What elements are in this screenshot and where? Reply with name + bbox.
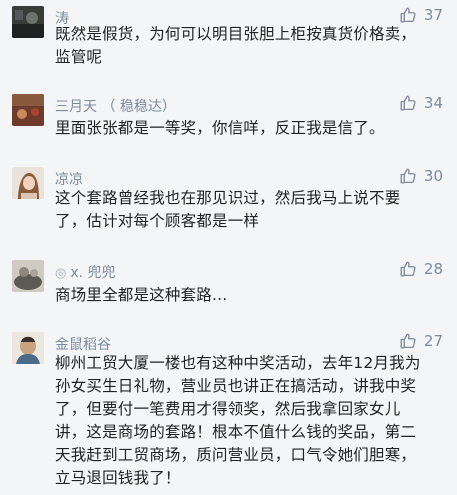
comment-text: 既然是假货，为何可以明目张胆上柜按真货价格卖， 监管呢 xyxy=(55,23,443,69)
comment-text: 柳州工贸大厦一楼也有这种中奖活动，去年12月我为 孙女买生日礼物，营业员也讲正在… xyxy=(55,352,443,490)
like-button[interactable]: 27 xyxy=(399,332,443,350)
comment-line: 这个套路曾经我也在那见识过，然后我马上说不要 xyxy=(55,189,401,207)
like-count: 30 xyxy=(423,167,443,185)
avatar[interactable] xyxy=(12,6,44,38)
like-count: 34 xyxy=(423,94,443,112)
avatar[interactable] xyxy=(12,332,44,364)
comment-text: 这个套路曾经我也在那见识过，然后我马上说不要 了，估计对每个顾客都是一样 xyxy=(55,187,443,233)
thumbs-up-icon xyxy=(400,168,416,184)
avatar[interactable] xyxy=(12,167,44,199)
avatar[interactable] xyxy=(12,94,44,126)
comment-line: 既然是假货，为何可以明目张胆上柜按真货价格卖， xyxy=(55,25,417,43)
comment-author[interactable]: ◎ x. 兜兜 xyxy=(55,262,116,282)
comment-line: 孙女买生日礼物，营业员也讲正在搞活动，讲我中奖 xyxy=(55,377,417,395)
avatar[interactable] xyxy=(12,260,44,292)
comment-author[interactable]: 凉凉 xyxy=(55,169,83,189)
like-button[interactable]: 37 xyxy=(399,6,443,24)
like-count: 27 xyxy=(423,332,443,350)
thumbs-up-icon xyxy=(400,261,416,277)
comment-line: 讲，这是商场的套路！根本不值什么钱的奖品，第二 xyxy=(55,423,417,441)
comment-line: 里面张张都是一等奖，你信咩，反正我是信了。 xyxy=(55,119,385,137)
location-pin-icon: ◎ xyxy=(55,266,67,281)
comment-line: 了，估计对每个顾客都是一样 xyxy=(55,212,260,230)
comment-line: 天我赶到工贸商场，质问营业员，口气令她们胆寒， xyxy=(55,446,417,464)
comment-author[interactable]: 三月天 （ 稳稳达） xyxy=(55,96,176,116)
comment-text: 商场里全都是这种套路... xyxy=(55,284,443,307)
like-button[interactable]: 30 xyxy=(399,167,443,185)
comment-line: 柳州工贸大厦一楼也有这种中奖活动，去年12月我为 xyxy=(55,354,421,372)
thumbs-up-icon xyxy=(400,333,416,349)
comment-text: 里面张张都是一等奖，你信咩，反正我是信了。 xyxy=(55,117,443,140)
comment-author[interactable]: 金鼠稻谷 xyxy=(55,334,111,354)
thumbs-up-icon xyxy=(400,95,416,111)
thumbs-up-icon xyxy=(400,7,416,23)
comment-line: 了，但要付一笔费用才得领奖，然后我拿回家女儿 xyxy=(55,400,401,418)
like-count: 28 xyxy=(423,260,443,278)
comment-author-label: x. 兜兜 xyxy=(70,265,116,281)
comment-line: 监管呢 xyxy=(55,48,103,66)
like-count: 37 xyxy=(423,6,443,24)
comment-line: 立马退回钱我了！ xyxy=(55,469,181,487)
like-button[interactable]: 28 xyxy=(399,260,443,278)
like-button[interactable]: 34 xyxy=(399,94,443,112)
comment-line: 商场里全都是这种套路... xyxy=(55,286,228,304)
